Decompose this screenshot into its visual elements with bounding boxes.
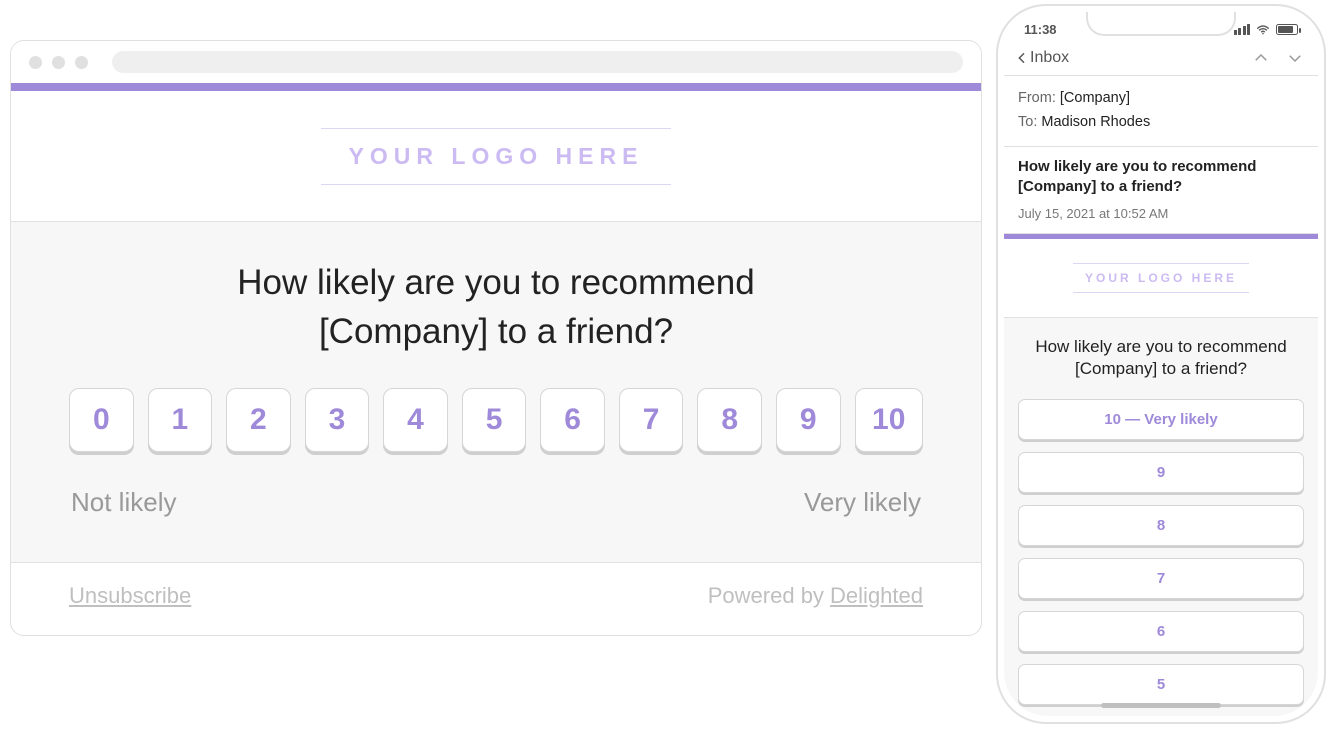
nps-score-0[interactable]: 0 bbox=[69, 388, 134, 452]
email-date: July 15, 2021 at 10:52 AM bbox=[1018, 206, 1304, 221]
battery-icon bbox=[1276, 24, 1298, 35]
wifi-icon bbox=[1256, 23, 1270, 37]
survey-question: How likely are you to recommend [Company… bbox=[166, 258, 826, 356]
from-value: [Company] bbox=[1060, 90, 1130, 106]
email-accent-bar bbox=[11, 83, 981, 91]
powered-by: Powered by Delighted bbox=[708, 583, 923, 609]
nps-score-6[interactable]: 6 bbox=[540, 388, 605, 452]
window-dot-max-icon bbox=[75, 56, 88, 69]
phone-logo-placeholder: YOUR LOGO HERE bbox=[1073, 263, 1249, 293]
email-footer: Unsubscribe Powered by Delighted bbox=[11, 563, 981, 633]
nps-score-1[interactable]: 1 bbox=[148, 388, 213, 452]
phone-logo-zone: YOUR LOGO HERE bbox=[1004, 239, 1318, 317]
phone-nps-option-10[interactable]: 10 — Very likely bbox=[1018, 399, 1304, 440]
phone-nps-option-7[interactable]: 7 bbox=[1018, 558, 1304, 599]
email-to-row: To: Madison Rhodes bbox=[1018, 110, 1304, 134]
from-prefix: From: bbox=[1018, 90, 1060, 106]
phone-survey-question: How likely are you to recommend [Company… bbox=[1018, 336, 1304, 382]
cellular-signal-icon bbox=[1234, 24, 1251, 35]
to-value: Madison Rhodes bbox=[1041, 114, 1150, 130]
desktop-email-preview: YOUR LOGO HERE How likely are you to rec… bbox=[10, 40, 982, 636]
nps-score-8[interactable]: 8 bbox=[697, 388, 762, 452]
email-from-row: From: [Company] bbox=[1018, 86, 1304, 110]
nps-score-7[interactable]: 7 bbox=[619, 388, 684, 452]
unsubscribe-link[interactable]: Unsubscribe bbox=[69, 583, 191, 609]
phone-nps-option-8[interactable]: 8 bbox=[1018, 505, 1304, 546]
nps-score-9[interactable]: 9 bbox=[776, 388, 841, 452]
logo-placeholder: YOUR LOGO HERE bbox=[321, 128, 672, 185]
browser-chrome bbox=[11, 41, 981, 83]
phone-nps-option-6[interactable]: 6 bbox=[1018, 611, 1304, 652]
phone-notch bbox=[1086, 12, 1236, 36]
phone-nps-option-9[interactable]: 9 bbox=[1018, 452, 1304, 493]
nps-label-high: Very likely bbox=[804, 487, 921, 518]
powered-by-brand-link[interactable]: Delighted bbox=[830, 583, 923, 608]
email-logo-zone: YOUR LOGO HERE bbox=[11, 91, 981, 221]
email-subject-block: How likely are you to recommend [Company… bbox=[1004, 147, 1318, 234]
prev-message-button[interactable] bbox=[1252, 49, 1270, 67]
email-subject: How likely are you to recommend [Company… bbox=[1018, 157, 1304, 198]
inbox-back-label: Inbox bbox=[1030, 49, 1069, 67]
phone-email-preview: 11:38 bbox=[996, 4, 1326, 724]
nps-scale-labels: Not likely Very likely bbox=[69, 487, 923, 518]
nps-label-low: Not likely bbox=[71, 487, 176, 518]
email-meta: From: [Company] To: Madison Rhodes bbox=[1004, 76, 1318, 147]
home-indicator-icon bbox=[1101, 703, 1221, 708]
nps-score-2[interactable]: 2 bbox=[226, 388, 291, 452]
nps-score-4[interactable]: 4 bbox=[383, 388, 448, 452]
window-dot-close-icon bbox=[29, 56, 42, 69]
inbox-nav-bar: Inbox bbox=[1004, 37, 1318, 76]
nps-score-3[interactable]: 3 bbox=[305, 388, 370, 452]
nps-score-row: 0 1 2 3 4 5 6 7 8 9 10 bbox=[69, 388, 923, 452]
inbox-back-button[interactable]: Inbox bbox=[1014, 49, 1069, 67]
phone-clock: 11:38 bbox=[1024, 22, 1057, 37]
to-prefix: To: bbox=[1018, 114, 1041, 130]
window-dot-min-icon bbox=[52, 56, 65, 69]
phone-survey-body: How likely are you to recommend [Company… bbox=[1004, 317, 1318, 717]
browser-url-bar[interactable] bbox=[112, 51, 963, 73]
nps-score-5[interactable]: 5 bbox=[462, 388, 527, 452]
email-survey-body: How likely are you to recommend [Company… bbox=[11, 221, 981, 563]
chevron-left-icon bbox=[1014, 50, 1030, 66]
phone-nps-option-5[interactable]: 5 bbox=[1018, 664, 1304, 705]
next-message-button[interactable] bbox=[1286, 49, 1304, 67]
nps-score-10[interactable]: 10 bbox=[855, 388, 923, 452]
browser-window-controls bbox=[29, 56, 88, 69]
powered-by-prefix: Powered by bbox=[708, 583, 830, 608]
